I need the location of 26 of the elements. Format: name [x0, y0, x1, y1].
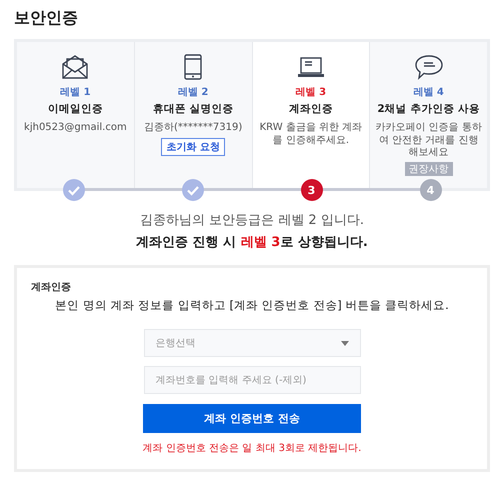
step-title: 계좌인증 — [288, 102, 333, 116]
limit-notice: 계좌 인증번호 전송은 일 최대 3회로 제한됩니다. — [142, 442, 362, 455]
step-detail: 카카오페이 인증을 통하여 안전한 거래를 진행해보세요 — [374, 122, 483, 160]
level-label: 레벨 2 — [178, 86, 208, 99]
dropdown-caret-icon — [340, 340, 348, 346]
envelope-icon — [61, 54, 90, 80]
security-level-text: 김종하님의 보안등급은 레벨 2 입니다. — [139, 212, 365, 229]
recommended-tag: 권장사항 — [404, 162, 453, 176]
chat-bubble-icon — [414, 54, 444, 80]
send-code-button[interactable]: 계좌 인증번호 전송 — [143, 404, 361, 433]
step-title: 이메일인증 — [48, 102, 103, 116]
step-title: 2채널 추가인증 사용 — [377, 102, 480, 116]
account-number-input[interactable]: 계좌번호를 입력해 주세요 (-제외) — [144, 366, 360, 394]
level-label: 레벨 3 — [296, 86, 326, 99]
reset-request-button[interactable]: 초기화 요청 — [161, 138, 225, 156]
page-title: 보안인증 — [14, 7, 79, 29]
level-label: 레벨 1 — [60, 86, 91, 99]
step-detail: kjh0523@gmail.com — [23, 122, 128, 134]
level-label: 레벨 4 — [413, 86, 444, 99]
instruction-text: 본인 명의 계좌 정보를 입력하고 [계좌 인증번호 전송] 버튼을 클릭하세요. — [55, 298, 449, 313]
upgrade-text: 계좌인증 진행 시 레벨 3로 상향됩니다. — [135, 234, 369, 251]
section-title: 계좌인증 — [31, 281, 71, 294]
tablet-icon — [183, 54, 204, 80]
step-title: 휴대폰 실명인증 — [152, 102, 234, 116]
step-detail: 김종하(*******7319) — [142, 122, 244, 134]
step-detail: KRW 출금을 위한 계좌를 인증해주세요. — [258, 122, 364, 147]
